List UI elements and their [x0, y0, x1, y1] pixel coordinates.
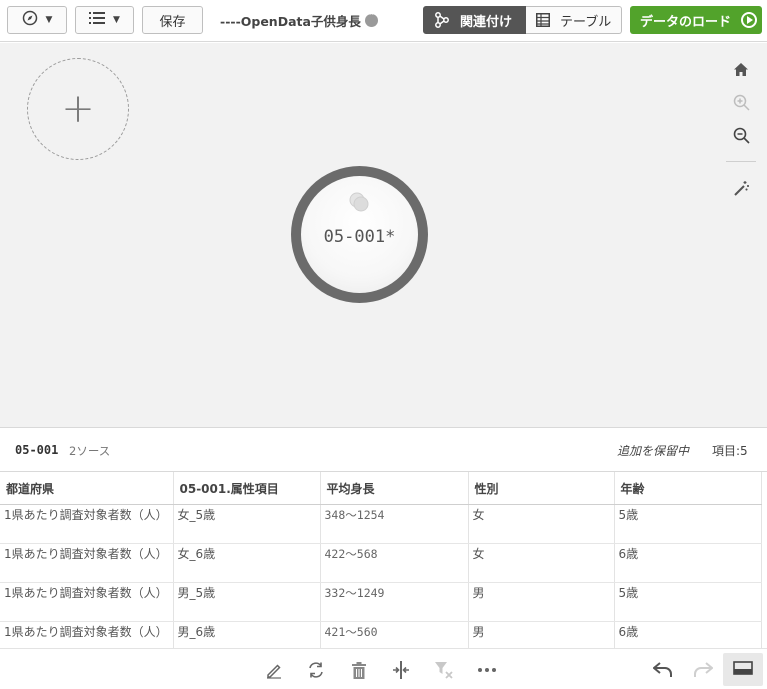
- pencil-icon[interactable]: [262, 658, 286, 682]
- preview-table: 都道府県 05-001.属性項目 平均身長 性別 年齢 1県あたり調査対象者数（…: [0, 472, 762, 648]
- table-node[interactable]: 05-001*: [291, 166, 428, 303]
- table-cell: 6歳: [614, 543, 762, 583]
- table-cell: 5歳: [614, 582, 762, 622]
- plus-icon: +: [61, 86, 95, 132]
- table-cell: 1県あたり調査対象者数（人）: [0, 543, 174, 583]
- more-icon[interactable]: [364, 10, 378, 27]
- navigation-menu-button[interactable]: ▼: [7, 6, 67, 34]
- zoom-out-icon[interactable]: [725, 119, 757, 151]
- table-cell: 6歳: [614, 621, 762, 648]
- table-cell: 1県あたり調査対象者数（人）: [0, 621, 174, 648]
- split-icon[interactable]: [389, 658, 413, 682]
- app-title-text: ----OpenData子供身長: [220, 14, 361, 29]
- table-row: 1県あたり調査対象者数（人） 女_5歳 348〜1254 女 5歳: [0, 504, 762, 544]
- pending-status: 追加を保留中: [617, 444, 690, 458]
- home-icon[interactable]: [725, 53, 757, 85]
- tab-associations[interactable]: 関連付け: [423, 6, 526, 34]
- bottom-toolbar: [0, 648, 767, 689]
- column-header[interactable]: 都道府県: [0, 472, 174, 505]
- field-count: 項目:5: [712, 444, 748, 458]
- chevron-down-icon: ▼: [45, 15, 53, 25]
- list-icon: [89, 12, 106, 28]
- top-toolbar: ▼ ▼ 保存 ----OpenData子供身長 関連付け: [0, 0, 767, 42]
- save-button[interactable]: 保存: [142, 6, 203, 34]
- table-row: 1県あたり調査対象者数（人） 女_6歳 422〜568 女 6歳: [0, 543, 762, 583]
- add-data-button[interactable]: +: [27, 58, 129, 160]
- load-data-label: データのロード: [640, 14, 732, 30]
- preview-source-count: 2ソース: [69, 444, 111, 458]
- column-header[interactable]: 05-001.属性項目: [173, 472, 321, 505]
- data-preview-table[interactable]: 都道府県 05-001.属性項目 平均身長 性別 年齢 1県あたり調査対象者数（…: [0, 472, 767, 648]
- table-row: 1県あたり調査対象者数（人） 男_6歳 421〜560 男 6歳: [0, 621, 762, 648]
- preview-table-name: 05-001: [15, 443, 59, 457]
- play-icon: [741, 12, 758, 28]
- table-cell: 348〜1254: [320, 504, 469, 544]
- associations-canvas[interactable]: + 05-001*: [0, 43, 767, 427]
- tab-tables-label: テーブル: [560, 14, 612, 30]
- table-header-row: 都道府県 05-001.属性項目 平均身長 性別 年齢: [0, 472, 762, 505]
- table-cell: 男: [468, 582, 615, 622]
- undo-icon[interactable]: [651, 658, 675, 682]
- canvas-side-tools: [725, 53, 757, 205]
- table-cell: 1県あたり調査対象者数（人）: [0, 504, 174, 544]
- preview-panel-toggle[interactable]: [723, 653, 763, 686]
- tab-associations-label: 関連付け: [460, 14, 513, 30]
- chevron-down-icon: ▼: [113, 15, 120, 25]
- column-header[interactable]: 性別: [468, 472, 615, 505]
- side-tools-divider: [726, 161, 756, 162]
- redo-icon[interactable]: [691, 658, 715, 682]
- table-cell: 女_5歳: [173, 504, 321, 544]
- column-header[interactable]: 平均身長: [320, 472, 469, 505]
- list-menu-button[interactable]: ▼: [75, 6, 134, 34]
- table-cell: 1県あたり調査対象者数（人）: [0, 582, 174, 622]
- table-cell: 332〜1249: [320, 582, 469, 622]
- table-icon: [536, 13, 550, 27]
- table-node-bubble: 05-001*: [301, 176, 418, 293]
- data-preview-header: 05-001 2ソース 追加を保留中 項目:5: [0, 427, 767, 472]
- stacked-tables-icon: [348, 192, 372, 218]
- table-cell: 女: [468, 543, 615, 583]
- magic-wand-icon[interactable]: [725, 172, 757, 204]
- more-icon[interactable]: [475, 658, 499, 682]
- panel-icon: [733, 660, 753, 679]
- associations-icon: [434, 12, 450, 28]
- table-cell: 男_6歳: [173, 621, 321, 648]
- table-cell: 男: [468, 621, 615, 648]
- filter-icon[interactable]: [432, 658, 456, 682]
- table-node-label: 05-001*: [323, 226, 396, 247]
- app-title: ----OpenData子供身長: [220, 10, 378, 30]
- trash-icon[interactable]: [347, 658, 371, 682]
- compass-icon: [22, 10, 38, 30]
- table-cell: 女: [468, 504, 615, 544]
- refresh-icon[interactable]: [304, 658, 328, 682]
- table-row: 1県あたり調査対象者数（人） 男_5歳 332〜1249 男 5歳: [0, 582, 762, 622]
- table-cell: 男_5歳: [173, 582, 321, 622]
- tab-tables[interactable]: テーブル: [526, 6, 622, 34]
- table-cell: 421〜560: [320, 621, 469, 648]
- column-header[interactable]: 年齢: [614, 472, 762, 505]
- table-cell: 5歳: [614, 504, 762, 544]
- zoom-in-icon[interactable]: [725, 86, 757, 118]
- table-cell: 女_6歳: [173, 543, 321, 583]
- table-cell: 422〜568: [320, 543, 469, 583]
- load-data-button[interactable]: データのロード: [630, 6, 762, 34]
